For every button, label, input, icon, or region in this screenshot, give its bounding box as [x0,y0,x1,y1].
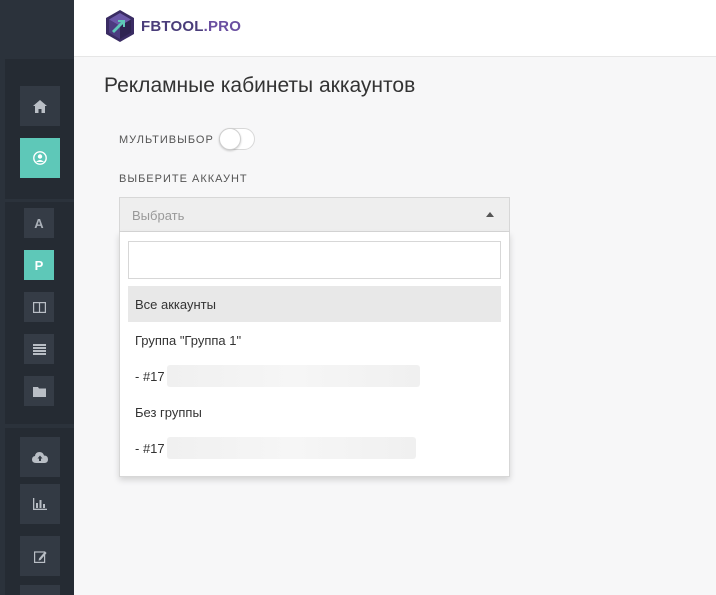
sidebar-item-p[interactable]: P [24,250,54,280]
sidebar-item-folder[interactable] [24,376,54,406]
sidebar-item-p-label: P [34,257,44,273]
top-header: FBTOOL.PRO [74,0,716,57]
sidebar-item-a[interactable]: A [24,208,54,238]
option-label: Группа "Группа 1" [135,332,242,348]
dropdown-search-input[interactable] [128,241,501,279]
account-select-label: ВЫБЕРИТЕ АККАУНТ [119,173,248,185]
sidebar-item-stats[interactable] [20,484,60,524]
multiselect-label: МУЛЬТИВЫБОР [119,134,214,146]
brand-name: FBTOOL.PRO [141,18,241,35]
sidebar: A P [0,0,74,595]
sidebar-item-columns[interactable] [24,292,54,322]
cloud-upload-icon [32,452,48,463]
caret-up-icon [486,212,494,217]
brand-name-main: FBTOOL [141,17,204,35]
dropdown-option-group[interactable]: Группа "Группа 1" [128,322,501,358]
sidebar-item-list[interactable] [24,334,54,364]
sidebar-item-more[interactable] [20,585,60,595]
option-label: - #17 [135,368,165,384]
user-circle-icon [33,151,47,165]
option-label: Все аккаунты [135,296,216,312]
sidebar-item-edit[interactable] [20,536,60,576]
dropdown-option-all[interactable]: Все аккаунты [128,286,501,322]
redacted-text [166,365,420,387]
brand-name-suffix: .PRO [203,17,242,35]
sidebar-item-home[interactable] [20,86,60,126]
option-label: Без группы [135,404,202,420]
home-icon [33,99,47,113]
sidebar-item-a-label: A [34,215,44,231]
multiselect-toggle[interactable] [219,128,255,150]
sidebar-panel-primary [5,59,74,199]
redacted-text [166,437,416,459]
account-select[interactable]: Выбрать [119,197,510,232]
option-label: - #17 [135,440,165,456]
bar-chart-icon [33,498,47,510]
sidebar-item-cloud[interactable] [20,437,60,477]
sidebar-item-accounts[interactable] [20,138,60,178]
toggle-knob [219,128,241,150]
account-dropdown: Все аккаунты Группа "Группа 1" - #17 Без… [119,232,510,477]
dropdown-option-account[interactable]: - #17 [128,358,501,394]
brand-logo[interactable]: FBTOOL.PRO [105,9,241,43]
columns-icon [32,301,46,313]
page-title: Рекламные кабинеты аккаунтов [104,74,416,97]
folder-icon [32,386,46,397]
list-icon [32,343,46,355]
dropdown-option-account[interactable]: - #17 [128,430,501,466]
cube-logo-icon [106,10,134,42]
dropdown-option-no-group[interactable]: Без группы [128,394,501,430]
select-placeholder: Выбрать [132,208,185,223]
edit-icon [33,550,47,563]
